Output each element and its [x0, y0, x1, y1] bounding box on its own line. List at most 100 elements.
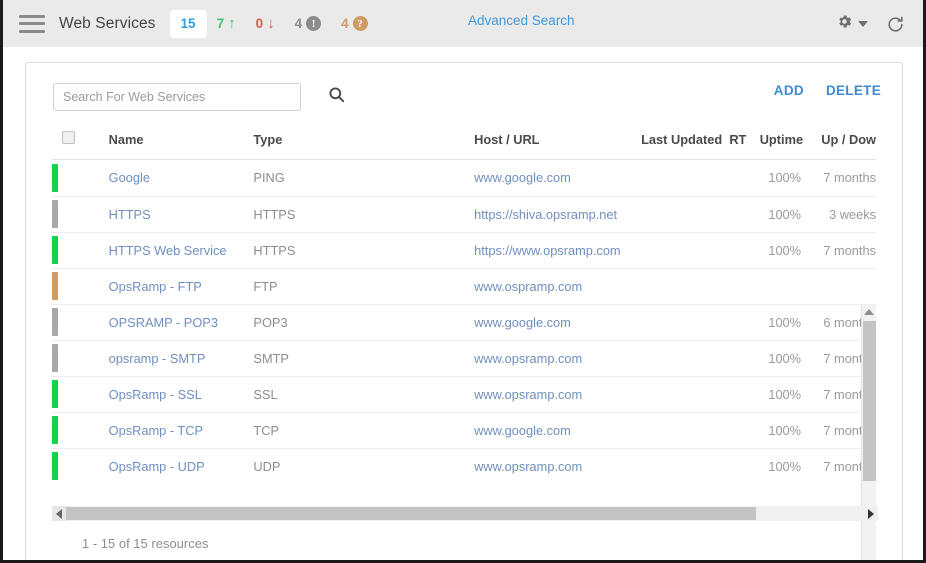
row-host-cell: https://shiva.opsramp.net: [474, 196, 642, 233]
row-name-cell: OpsRamp - SSL: [108, 376, 254, 413]
row-last-updated-cell: [641, 340, 702, 377]
row-host-cell: www.opsramp.com: [474, 448, 642, 483]
service-host-link[interactable]: https://shiva.opsramp.net: [474, 207, 617, 222]
table-vertical-scrollbar[interactable]: [861, 305, 876, 560]
vertical-scroll-thumb[interactable]: [863, 321, 876, 481]
badge-total-count[interactable]: 15: [169, 9, 207, 38]
settings-menu-button[interactable]: [836, 13, 868, 35]
service-name-link[interactable]: OpsRamp - TCP: [109, 423, 203, 438]
delete-button[interactable]: DELETE: [826, 83, 881, 98]
service-host-link[interactable]: www.google.com: [474, 315, 571, 330]
card-actions: ADD DELETE: [774, 83, 881, 98]
badge-down-value: 0: [255, 16, 264, 31]
advanced-search-link[interactable]: Advanced Search: [468, 13, 575, 28]
table-horizontal-scrollbar[interactable]: [52, 506, 878, 521]
status-badge-group: 15 7 ↑ 0 ↓ 4 ! 4 ?: [169, 9, 378, 38]
service-name-link[interactable]: Google: [109, 170, 150, 185]
row-rt-cell: [701, 376, 747, 413]
table-body-scroll-region[interactable]: Google PING www.google.com 100% 7 months HTTP…: [52, 160, 876, 483]
row-type-cell: HTTPS: [253, 196, 475, 233]
row-name-cell: OpsRamp - FTP: [108, 268, 254, 305]
row-type-cell: HTTPS: [253, 232, 475, 269]
table-row[interactable]: Google PING www.google.com 100% 7 months: [52, 160, 876, 197]
scroll-right-arrow-icon[interactable]: [864, 506, 878, 521]
add-button[interactable]: ADD: [774, 83, 804, 98]
service-name-link[interactable]: HTTPS: [109, 207, 151, 222]
service-host-link[interactable]: www.opsramp.com: [474, 351, 582, 366]
search-input[interactable]: [53, 83, 301, 111]
col-type[interactable]: Type: [253, 125, 475, 160]
row-up-down-cell: [803, 268, 876, 305]
row-name-cell: opsramp - SMTP: [108, 340, 254, 377]
service-name-link[interactable]: OpsRamp - SSL: [109, 387, 202, 402]
table-header: Name Type Host / URL Last Updated RT Upt…: [52, 125, 876, 160]
row-type-cell: UDP: [253, 448, 475, 483]
info-circle-icon: !: [306, 16, 322, 31]
hamburger-menu-icon[interactable]: [19, 14, 45, 33]
table-row[interactable]: OpsRamp - SSL SSL www.opsramp.com 100% 7 mon…: [52, 376, 876, 413]
row-last-updated-cell: [641, 196, 702, 233]
row-name-cell: OpsRamp - TCP: [108, 412, 254, 449]
page-title: Web Services: [59, 14, 156, 32]
col-status: [52, 125, 63, 160]
col-up-down[interactable]: Up / Dow: [803, 125, 876, 160]
col-last-updated[interactable]: Last Updated: [641, 125, 722, 160]
row-status-indicator: [52, 412, 63, 449]
row-uptime-cell: 100%: [746, 160, 804, 197]
service-name-link[interactable]: OPSRAMP - POP3: [109, 315, 218, 330]
app-window: Web Services 15 7 ↑ 0 ↓ 4 ! 4 ? Advanced…: [0, 0, 926, 563]
table-row[interactable]: OpsRamp - FTP FTP www.ospramp.com: [52, 268, 876, 305]
row-rt-cell: [701, 160, 747, 197]
col-uptime[interactable]: Uptime: [746, 125, 804, 160]
service-host-link[interactable]: www.opsramp.com: [474, 387, 582, 402]
row-uptime-cell: 100%: [746, 376, 804, 413]
search-icon[interactable]: [327, 85, 346, 104]
row-uptime-cell: 100%: [746, 232, 804, 269]
service-name-link[interactable]: HTTPS Web Service: [109, 243, 227, 258]
row-host-cell: www.opsramp.com: [474, 340, 642, 377]
row-uptime-cell: 100%: [746, 412, 804, 449]
table-row[interactable]: HTTPS Web Service HTTPS https://www.opsram…: [52, 232, 876, 269]
service-name-link[interactable]: OpsRamp - UDP: [109, 459, 205, 474]
table-row[interactable]: OPSRAMP - POP3 POP3 www.google.com 100% 6 mo…: [52, 304, 876, 341]
row-host-cell: www.ospramp.com: [474, 268, 642, 305]
scroll-up-arrow-icon[interactable]: [862, 305, 876, 319]
row-status-indicator: [52, 376, 63, 413]
row-status-indicator: [52, 340, 63, 377]
service-host-link[interactable]: https://www.opsramp.com: [474, 243, 621, 258]
row-type-cell: SSL: [253, 376, 475, 413]
service-host-link[interactable]: www.ospramp.com: [474, 279, 582, 294]
table-row[interactable]: opsramp - SMTP SMTP www.opsramp.com 100% 7 m…: [52, 340, 876, 377]
row-checkbox-cell: [62, 412, 109, 449]
select-all-checkbox[interactable]: [62, 131, 76, 144]
refresh-icon[interactable]: [886, 15, 905, 34]
row-last-updated-cell: [641, 412, 702, 449]
top-bar-actions: [836, 13, 905, 35]
badge-down-count[interactable]: 0 ↓: [246, 11, 285, 37]
row-checkbox-cell: [62, 376, 109, 413]
row-type-cell: TCP: [253, 412, 475, 449]
badge-up-count[interactable]: 7 ↑: [207, 11, 246, 37]
services-table: Name Type Host / URL Last Updated RT Upt…: [52, 125, 876, 160]
row-rt-cell: [701, 232, 747, 269]
table-row[interactable]: OpsRamp - UDP UDP www.opsramp.com 100% 7 mon…: [52, 448, 876, 483]
service-host-link[interactable]: www.opsramp.com: [474, 459, 582, 474]
badge-warning-count[interactable]: 4 !: [285, 11, 332, 37]
scroll-left-arrow-icon[interactable]: [52, 506, 66, 521]
col-name[interactable]: Name: [108, 125, 254, 160]
service-host-link[interactable]: www.google.com: [474, 423, 571, 438]
table-row[interactable]: HTTPS HTTPS https://shiva.opsramp.net 100% 3…: [52, 196, 876, 233]
col-host-url[interactable]: Host / URL: [474, 125, 642, 160]
horizontal-scroll-thumb[interactable]: [66, 507, 756, 520]
service-name-link[interactable]: opsramp - SMTP: [109, 351, 206, 366]
row-checkbox-cell: [62, 304, 109, 341]
service-host-link[interactable]: www.google.com: [474, 170, 571, 185]
service-name-link[interactable]: OpsRamp - FTP: [109, 279, 202, 294]
badge-total-value: 15: [180, 16, 196, 31]
table-row[interactable]: OpsRamp - TCP TCP www.google.com 100% 7 mont…: [52, 412, 876, 449]
badge-unknown-count[interactable]: 4 ?: [331, 11, 378, 37]
row-rt-cell: [701, 448, 747, 483]
row-last-updated-cell: [641, 160, 702, 197]
row-name-cell: HTTPS Web Service: [108, 232, 254, 269]
row-host-cell: https://www.opsramp.com: [474, 232, 642, 269]
